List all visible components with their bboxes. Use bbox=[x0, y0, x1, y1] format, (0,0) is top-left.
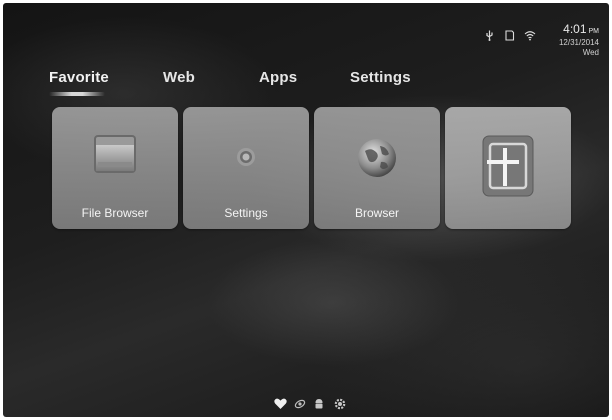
status-icons bbox=[484, 28, 536, 41]
tile-browser[interactable]: Browser bbox=[314, 107, 440, 229]
clock-date: 12/31/2014 bbox=[558, 38, 599, 47]
clock-time: 4:01 PM bbox=[539, 23, 599, 38]
tile-label: Settings bbox=[224, 206, 268, 220]
clock-ampm: PM bbox=[588, 28, 600, 35]
gear-icon[interactable] bbox=[334, 397, 346, 410]
category-tabs: Favorite Web Apps Settings bbox=[3, 69, 609, 99]
android-icon[interactable] bbox=[314, 397, 326, 409]
clock-time-value: 4:01 bbox=[563, 22, 587, 36]
globe-icon bbox=[356, 137, 398, 184]
satellite-icon[interactable] bbox=[294, 397, 306, 409]
folder-icon bbox=[92, 131, 138, 182]
sd-card-icon bbox=[504, 28, 515, 41]
tile-settings[interactable]: Settings bbox=[183, 107, 309, 229]
tab-apps[interactable]: Apps bbox=[259, 69, 297, 86]
tab-web[interactable]: Web bbox=[163, 69, 195, 86]
tab-settings[interactable]: Settings bbox=[350, 69, 411, 86]
active-tab-indicator bbox=[49, 92, 105, 96]
tile-label: Browser bbox=[354, 206, 399, 220]
clock: 4:01 PM 12/31/2014 Wed bbox=[539, 23, 599, 58]
bottom-dock bbox=[274, 397, 346, 410]
usb-icon bbox=[484, 28, 495, 41]
tile-add[interactable] bbox=[445, 107, 571, 229]
add-icon bbox=[481, 134, 535, 203]
tile-label: File Browser bbox=[81, 206, 149, 220]
clock-weekday: Wed bbox=[582, 48, 599, 57]
heart-icon[interactable] bbox=[274, 397, 287, 409]
home-screen: 4:01 PM 12/31/2014 Wed Favorite Web Apps … bbox=[3, 3, 609, 417]
gear-icon bbox=[233, 144, 259, 175]
tab-favorite[interactable]: Favorite bbox=[49, 69, 109, 86]
wifi-icon bbox=[524, 28, 536, 41]
tile-file-browser[interactable]: File Browser bbox=[52, 107, 178, 229]
